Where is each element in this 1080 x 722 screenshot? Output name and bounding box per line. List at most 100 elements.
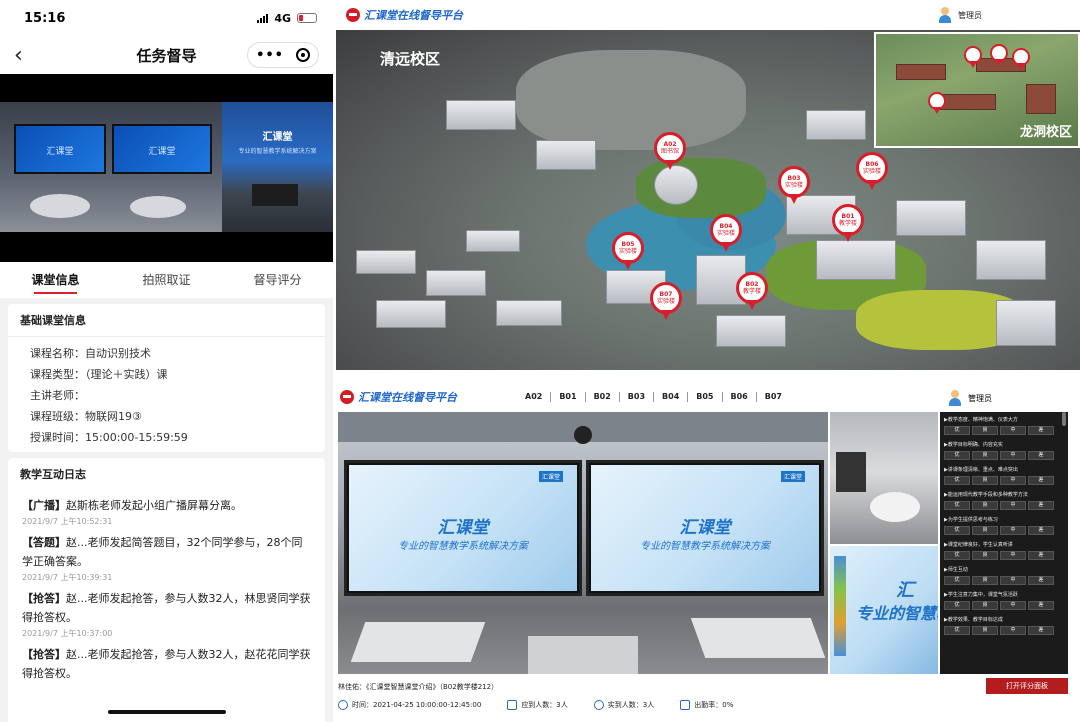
user-menu[interactable]: 管理员 [938,7,982,23]
close-miniprogram-icon[interactable] [296,48,310,62]
building-tab-b04[interactable]: B04 [654,392,689,402]
evaluation-option-button[interactable]: 中 [1000,426,1026,435]
building-tab-b01[interactable]: B01 [551,392,586,402]
brand-name: 汇课堂在线督导平台 [364,9,463,22]
inset-pin[interactable] [964,46,982,68]
inset-pin[interactable] [990,44,1008,66]
desk [690,618,826,658]
secondary-camera-top[interactable] [830,412,938,544]
nav-bar: ‹ 任务督导 ••• [0,36,333,74]
evaluation-option-button[interactable]: 良 [972,426,998,435]
evaluation-option-button[interactable]: 优 [944,426,970,435]
evaluation-option-button[interactable]: 优 [944,551,970,560]
brand: 汇课堂在线督导平台 [340,389,457,405]
evaluation-question: ▶能运用现代教学手段和多种教学方法 [944,492,1028,498]
evaluation-option-button[interactable]: 良 [972,551,998,560]
building-pin-b03[interactable]: B03 实验楼 [778,166,810,206]
building-tab-a02[interactable]: A02 [517,392,552,402]
evaluation-option-button[interactable]: 差 [1028,551,1054,560]
evaluation-option-button[interactable]: 优 [944,526,970,535]
evaluation-option-button[interactable]: 差 [1028,501,1054,510]
back-button[interactable]: ‹ [14,43,34,68]
tab-supervision-score[interactable]: 督导评分 [222,262,333,298]
evaluation-question: ▶课堂纪律良好，学生认真听讲 [944,542,1013,548]
inset-pin[interactable] [928,92,946,114]
evaluation-option-button[interactable]: 优 [944,501,970,510]
building [1026,84,1056,114]
log-tag: 【答题】 [22,536,66,549]
evaluation-option-button[interactable]: 中 [1000,501,1026,510]
hex-desk [870,492,920,522]
more-button[interactable]: ••• [256,48,284,63]
evaluation-option-button[interactable]: 良 [972,576,998,585]
tab-bar: 课堂信息 拍照取证 督导评分 [0,262,333,298]
building [376,300,446,328]
building-pin-b06[interactable]: B06 实验楼 [856,152,888,192]
evaluation-option-button[interactable]: 中 [1000,526,1026,535]
evaluation-option-button[interactable]: 优 [944,576,970,585]
evaluation-option-button[interactable]: 优 [944,476,970,485]
building-tab-b03[interactable]: B03 [620,392,655,402]
evaluation-option-button[interactable]: 良 [972,601,998,610]
building [816,240,896,280]
evaluation-option-button[interactable]: 优 [944,601,970,610]
building-pin-b02[interactable]: B02 教学楼 [736,272,768,312]
brand-logo-icon [346,8,360,22]
main-classroom-camera[interactable]: 汇课堂 汇课堂 专业的智慧教学系统解决方案 汇课堂 汇课堂 专业的智慧教学系统解… [338,412,828,674]
evaluation-question: ▶教学态度、精神饱满、仪表大方 [944,417,1018,423]
evaluation-option-button[interactable]: 良 [972,501,998,510]
building-tabs: A02 B01 B02 B03 B04 B05 B06 B07 [517,392,790,402]
evaluation-option-button[interactable]: 差 [1028,476,1054,485]
desktop-icons [834,556,846,656]
evaluation-item: ▶为学生提供思考与练习优良中差 [944,516,1064,535]
evaluation-option-button[interactable]: 差 [1028,576,1054,585]
evaluation-option-button[interactable]: 良 [972,451,998,460]
inset-pin[interactable] [1012,48,1030,70]
log-text: 赵...老师发起抢答，参与人数32人，林思贤同学获得抢答权。 [22,592,311,624]
scrollbar[interactable] [1062,412,1066,426]
evaluation-option-button[interactable]: 中 [1000,476,1026,485]
user-menu[interactable]: 管理员 [948,390,992,406]
evaluation-option-button[interactable]: 优 [944,451,970,460]
wall-screen [836,452,866,492]
evaluation-option-button[interactable]: 良 [972,526,998,535]
evaluation-option-button[interactable]: 优 [944,626,970,635]
building-tab-b05[interactable]: B05 [688,392,723,402]
building-pin-b01[interactable]: B01 教学楼 [832,204,864,244]
evaluation-option-button[interactable]: 差 [1028,451,1054,460]
tab-class-info[interactable]: 课堂信息 [0,262,111,298]
log-tag: 【抢答】 [22,648,66,661]
room-header: 汇课堂在线督导平台 A02 B01 B02 B03 B04 B05 B06 B0… [336,382,1080,412]
evaluation-option-button[interactable]: 中 [1000,576,1026,585]
evaluation-option-button[interactable]: 中 [1000,451,1026,460]
building-pin-b05[interactable]: B05 实验楼 [612,232,644,272]
evaluation-option-button[interactable]: 差 [1028,526,1054,535]
basic-info-title: 基础课堂信息 [8,304,325,337]
evaluation-question: ▶讲课条理清晰、重点、难点突出 [944,467,1018,473]
evaluation-option-button[interactable]: 差 [1028,601,1054,610]
longdong-campus-inset[interactable]: 龙洞校区 [874,32,1080,148]
secondary-camera-bottom[interactable]: 汇 专业的智慧教 [830,546,938,674]
classroom-screen-left: 汇课堂 [14,124,106,174]
evaluation-option-button[interactable]: 中 [1000,626,1026,635]
evaluation-option-button[interactable]: 差 [1028,626,1054,635]
building-tab-b07[interactable]: B07 [757,392,790,402]
evaluation-option-button[interactable]: 中 [1000,551,1026,560]
screen-logo: 汇课堂 [780,471,805,482]
building-pin-a02[interactable]: A02 图书馆 [654,132,686,172]
evaluation-option-button[interactable]: 良 [972,626,998,635]
evaluation-option-button[interactable]: 中 [1000,601,1026,610]
screen-subtitle: 专业的智慧教学系统解决方案 [640,541,770,552]
open-evaluation-button[interactable]: 打开评分面板 [986,678,1068,694]
building-pin-b07[interactable]: B07 实验楼 [650,282,682,322]
evaluation-options: 优良中差 [944,476,1064,485]
evaluation-option-button[interactable]: 差 [1028,426,1054,435]
building-tab-b02[interactable]: B02 [586,392,620,402]
classroom-video[interactable]: 汇课堂 汇课堂 汇课堂 专业的智慧教学系统解决方案 [0,74,333,262]
building-pin-b04[interactable]: B04 实验楼 [710,214,742,254]
evaluation-option-button[interactable]: 良 [972,476,998,485]
lecturer: 主讲老师： [30,389,85,402]
tab-photo-evidence[interactable]: 拍照取证 [111,262,222,298]
building-tab-b06[interactable]: B06 [723,392,757,402]
status-bar: 15:16 4G [0,0,333,36]
